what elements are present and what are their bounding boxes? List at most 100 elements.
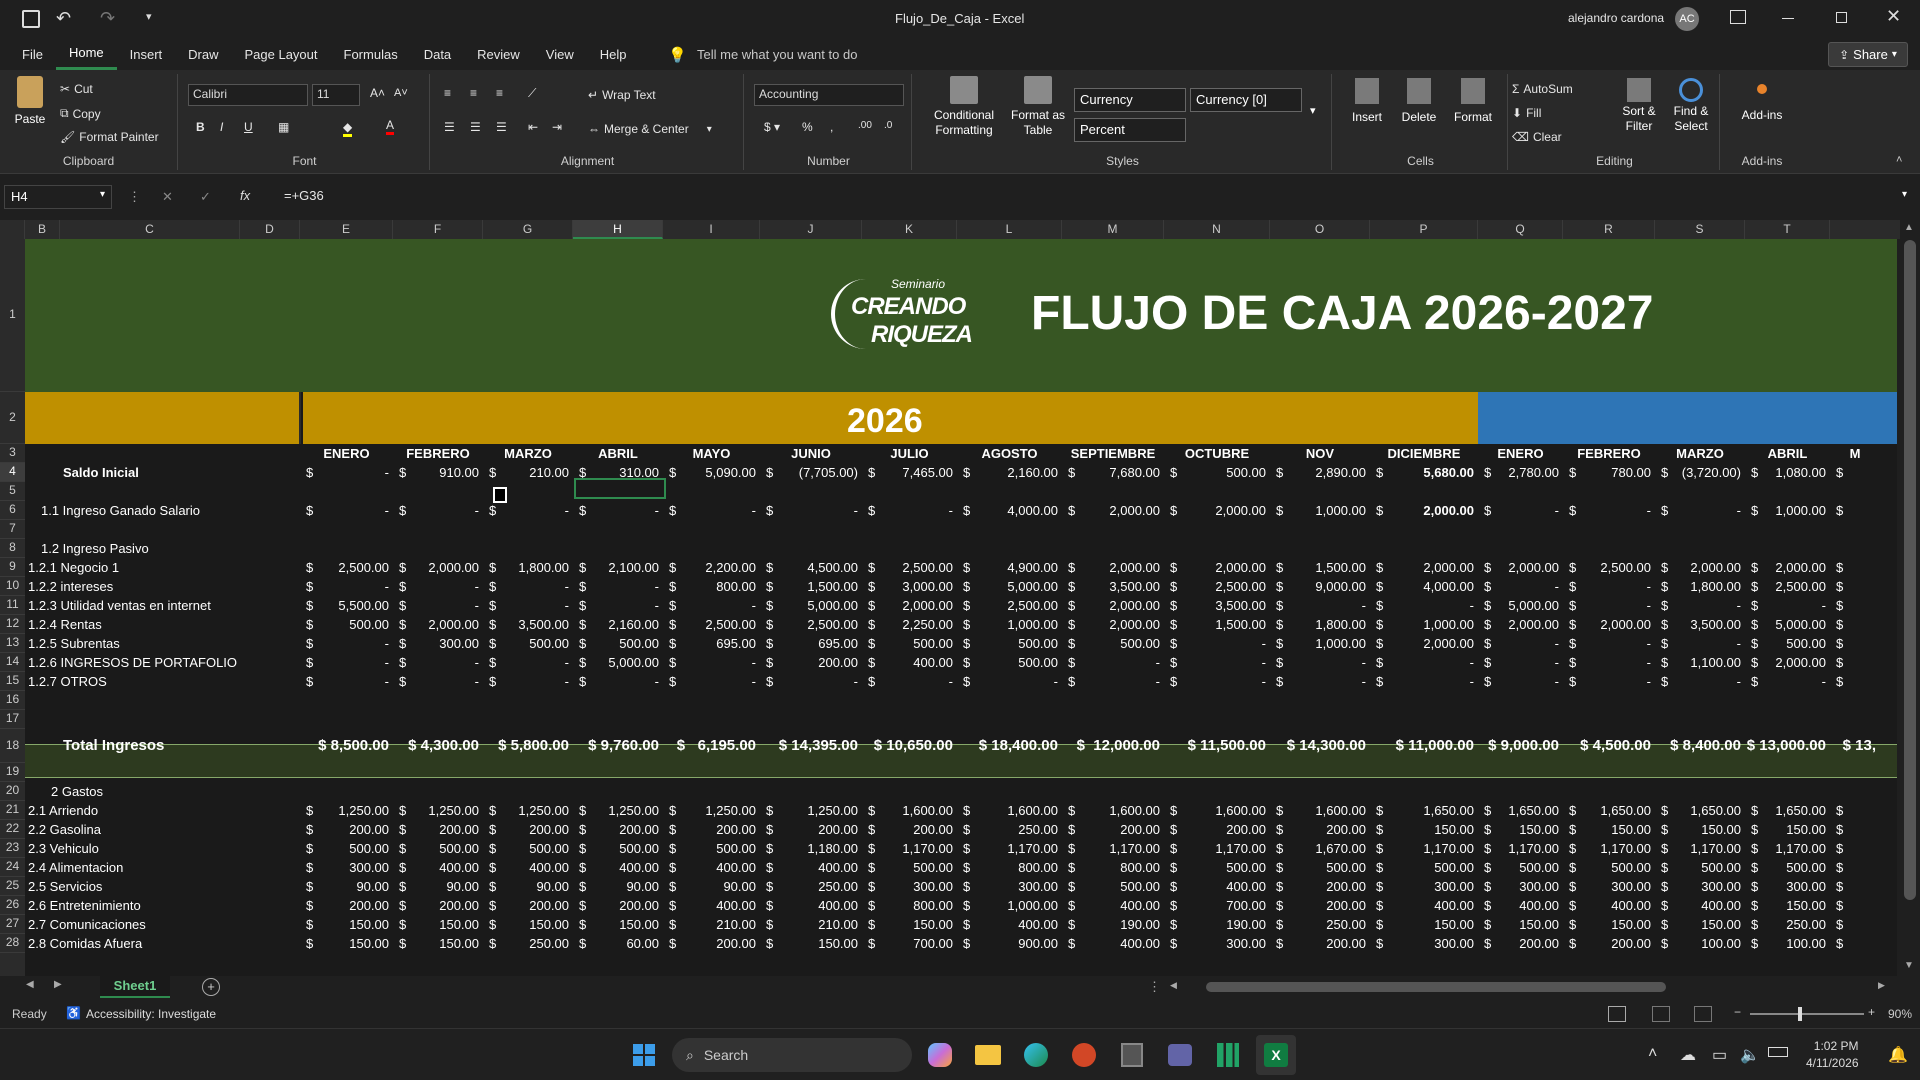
value-cell[interactable]: 90.00 <box>316 877 389 896</box>
undo-icon[interactable]: ↶ <box>56 8 71 29</box>
row-label[interactable]: 2.5 Servicios <box>28 877 102 896</box>
value-cell[interactable]: - <box>1671 672 1741 691</box>
value-cell[interactable]: - <box>1761 672 1826 691</box>
value-cell[interactable]: 300.00 <box>1386 877 1474 896</box>
value-cell[interactable]: 780.00 <box>1579 463 1651 482</box>
insert-cells-button[interactable]: Insert <box>1344 78 1390 124</box>
value-cell[interactable]: 90.00 <box>499 877 569 896</box>
row-label[interactable]: 2 Gastos <box>51 782 103 801</box>
value-cell[interactable]: 500.00 <box>1386 858 1474 877</box>
value-cell[interactable]: 400.00 <box>589 858 659 877</box>
select-all-corner[interactable] <box>0 220 25 239</box>
value-cell[interactable]: 3,500.00 <box>499 615 569 634</box>
value-cell[interactable]: 200.00 <box>409 820 479 839</box>
value-cell[interactable]: - <box>1494 577 1559 596</box>
scroll-down-icon[interactable]: ▼ <box>1904 960 1914 971</box>
value-cell[interactable]: 2,100.00 <box>589 558 659 577</box>
delete-cells-button[interactable]: Delete <box>1396 78 1442 124</box>
value-cell[interactable]: 4,900.00 <box>973 558 1058 577</box>
windows-start-icon[interactable] <box>624 1035 664 1075</box>
column-header-L[interactable]: L <box>957 220 1062 239</box>
format-as-table-button[interactable]: Format as Table <box>1006 76 1070 138</box>
italic-icon[interactable]: I <box>220 120 223 134</box>
row-header-13[interactable]: 13 <box>0 634 25 653</box>
value-cell[interactable]: 100.00 <box>1761 934 1826 953</box>
row-header-27[interactable]: 27 <box>0 915 25 934</box>
value-cell[interactable]: 1,000.00 <box>1286 501 1366 520</box>
value-cell[interactable]: 1,650.00 <box>1579 801 1651 820</box>
value-cell[interactable]: 300.00 <box>1494 877 1559 896</box>
value-cell[interactable]: - <box>316 653 389 672</box>
value-cell[interactable]: - <box>409 501 479 520</box>
value-cell[interactable]: 1,800.00 <box>499 558 569 577</box>
total-cell[interactable]: $ 14,300.00 <box>1270 736 1366 755</box>
spreadsheet-grid[interactable]: Seminario CREANDO RIQUEZA FLUJO DE CAJA … <box>25 239 1897 976</box>
value-cell[interactable]: 150.00 <box>1671 820 1741 839</box>
scroll-thumb[interactable] <box>1904 240 1916 900</box>
value-cell[interactable]: - <box>589 672 659 691</box>
value-cell[interactable]: 2,500.00 <box>878 558 953 577</box>
value-cell[interactable]: 190.00 <box>1180 915 1266 934</box>
sort-filter-button[interactable]: Sort & Filter <box>1614 78 1664 134</box>
value-cell[interactable]: 1,000.00 <box>1761 501 1826 520</box>
total-cell[interactable]: $ 6,195.00 <box>663 736 756 755</box>
value-cell[interactable]: 2,000.00 <box>1386 558 1474 577</box>
decrease-font-icon[interactable]: A˅ <box>394 87 408 99</box>
chart-app-icon[interactable] <box>1208 1035 1248 1075</box>
value-cell[interactable]: 300.00 <box>1579 877 1651 896</box>
outdent-icon[interactable]: ⇤ <box>528 120 538 134</box>
value-cell[interactable]: 5,000.00 <box>1761 615 1826 634</box>
value-cell[interactable]: - <box>1386 596 1474 615</box>
vertical-scrollbar[interactable]: ▲ ▼ <box>1900 220 1920 976</box>
number-format-select[interactable]: Accounting <box>754 84 904 106</box>
value-cell[interactable]: 2,000.00 <box>1671 558 1741 577</box>
row-label[interactable]: 1.2.2 intereses <box>28 577 113 596</box>
clear-button[interactable]: ⌫ Clear <box>1512 130 1562 144</box>
fill-color-icon[interactable]: ◆ <box>343 120 353 137</box>
row-header-14[interactable]: 14 <box>0 653 25 672</box>
total-cell[interactable]: $ 5,800.00 <box>483 736 569 755</box>
row-header-22[interactable]: 22 <box>0 820 25 839</box>
value-cell[interactable]: 5,090.00 <box>679 463 756 482</box>
value-cell[interactable]: - <box>316 672 389 691</box>
scroll-left-icon[interactable]: ◀ <box>1170 980 1177 991</box>
value-cell[interactable]: 200.00 <box>679 934 756 953</box>
value-cell[interactable]: 3,500.00 <box>1180 596 1266 615</box>
zoom-out-icon[interactable]: − <box>1734 1005 1741 1019</box>
row-header-8[interactable]: 8 <box>0 539 25 558</box>
value-cell[interactable]: 200.00 <box>1286 877 1366 896</box>
value-cell[interactable]: 500.00 <box>973 634 1058 653</box>
zoom-thumb[interactable] <box>1798 1007 1802 1021</box>
value-cell[interactable]: 1,250.00 <box>776 801 858 820</box>
total-cell[interactable]: $ 18,400.00 <box>957 736 1058 755</box>
value-cell[interactable]: 2,160.00 <box>973 463 1058 482</box>
value-cell[interactable]: - <box>1494 634 1559 653</box>
total-cell[interactable]: $ 10,650.00 <box>862 736 953 755</box>
value-cell[interactable]: 400.00 <box>1579 896 1651 915</box>
value-cell[interactable]: 200.00 <box>1579 934 1651 953</box>
value-cell[interactable]: 300.00 <box>409 634 479 653</box>
value-cell[interactable]: 9,000.00 <box>1286 577 1366 596</box>
row-header-11[interactable]: 11 <box>0 596 25 615</box>
row-label[interactable]: Total Ingresos <box>63 736 164 755</box>
value-cell[interactable]: 700.00 <box>1180 896 1266 915</box>
align-top-icon[interactable]: ≡ <box>444 86 451 100</box>
value-cell[interactable]: 500.00 <box>1180 463 1266 482</box>
font-color-icon[interactable]: A <box>386 118 395 135</box>
row-label[interactable]: 2.4 Alimentacion <box>28 858 123 877</box>
value-cell[interactable]: 1,500.00 <box>776 577 858 596</box>
menu-data[interactable]: Data <box>411 38 464 70</box>
expand-formula-icon[interactable]: ▾ <box>1902 189 1907 200</box>
align-middle-icon[interactable]: ≡ <box>470 86 477 100</box>
value-cell[interactable]: - <box>499 577 569 596</box>
value-cell[interactable]: 400.00 <box>1671 896 1741 915</box>
value-cell[interactable]: - <box>1579 596 1651 615</box>
row-header-15[interactable]: 15 <box>0 672 25 691</box>
value-cell[interactable]: 1,600.00 <box>878 801 953 820</box>
value-cell[interactable]: 5,000.00 <box>776 596 858 615</box>
value-cell[interactable]: 500.00 <box>316 615 389 634</box>
value-cell[interactable]: - <box>1579 672 1651 691</box>
value-cell[interactable]: - <box>1386 653 1474 672</box>
value-cell[interactable]: 5,680.00 <box>1386 463 1474 482</box>
value-cell[interactable]: 5,000.00 <box>1494 596 1559 615</box>
